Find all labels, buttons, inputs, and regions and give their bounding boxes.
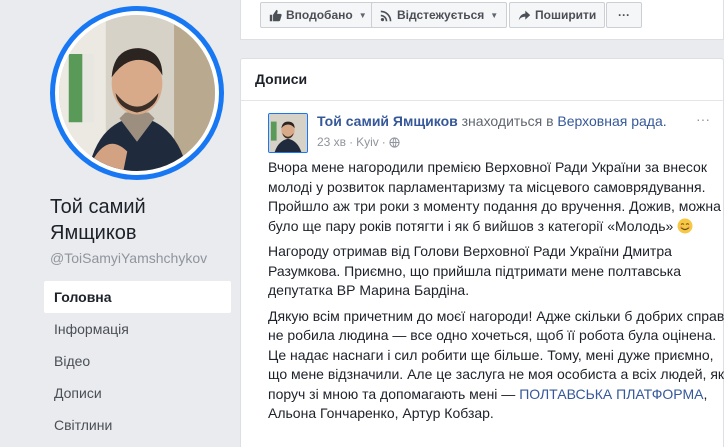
post-location-link[interactable]: Верховная рада. — [557, 113, 666, 129]
chevron-down-icon: ▼ — [490, 10, 499, 20]
nav-item-info[interactable]: Інформація — [44, 313, 231, 345]
share-arrow-icon — [518, 10, 531, 20]
nav-item-home[interactable]: Головна — [44, 281, 231, 313]
page-nav: Головна Інформація Відео Дописи Світлини — [44, 281, 231, 441]
meta-separator: · — [381, 135, 386, 149]
nav-item-photos[interactable]: Світлини — [44, 409, 231, 441]
posts-card: Дописи Той самий Ямщиков знаходиться в В… — [240, 58, 724, 447]
post-options-button[interactable]: ··· — [693, 111, 713, 129]
post-timestamp[interactable]: 23 хв — [317, 135, 346, 149]
nav-item-videos[interactable]: Відео — [44, 345, 231, 377]
share-button[interactable]: Поширити — [509, 2, 606, 28]
like-button[interactable]: Вподобано ▼ — [260, 2, 376, 28]
post-author-avatar[interactable] — [268, 113, 308, 153]
follow-button[interactable]: Відстежується ▼ — [371, 2, 508, 28]
more-options-button[interactable]: ··· — [606, 2, 642, 28]
divider — [241, 100, 723, 101]
post-paragraph: Вчора мене нагородили премією Верховної … — [268, 158, 724, 236]
more-dots-icon: ··· — [618, 8, 630, 22]
page-title[interactable]: Той самий Ямщиков — [50, 194, 230, 246]
posts-heading: Дописи — [255, 71, 308, 87]
profile-photo-image — [59, 15, 215, 171]
chevron-down-icon: ▼ — [358, 10, 367, 20]
post-paragraph: Дякую всім причетним до моєї нагороди! А… — [268, 307, 724, 424]
meta-separator: · — [349, 135, 354, 149]
page-handle[interactable]: @ToiSamyiYamshchykov — [50, 250, 207, 266]
share-button-label: Поширити — [535, 8, 597, 22]
profile-picture[interactable] — [50, 6, 224, 180]
like-button-label: Вподобано — [286, 8, 353, 22]
post-author-link[interactable]: Той самий Ямщиков — [317, 113, 458, 129]
thumbs-up-icon — [269, 9, 282, 21]
avatar-image — [269, 114, 307, 152]
post-paragraph: Нагороду отримав від Голови Верховної Ра… — [268, 243, 681, 298]
post-body: Вчора мене нагородили премією Верховної … — [268, 158, 724, 430]
nav-item-posts[interactable]: Дописи — [44, 377, 231, 409]
post-location-text: знаходиться в — [461, 113, 554, 129]
globe-icon[interactable] — [389, 136, 400, 148]
profile-photo — [55, 11, 219, 175]
post-city[interactable]: Kyiv — [356, 135, 379, 149]
post-header: Той самий Ямщиков знаходиться в Верховна… — [317, 113, 717, 129]
left-column: Той самий Ямщиков @ToiSamyiYamshchykov Г… — [0, 0, 238, 447]
post-meta: 23 хв · Kyiv · — [317, 135, 400, 149]
follow-button-label: Відстежується — [397, 8, 485, 22]
mention-link[interactable]: ПОЛТАВСЬКА ПЛАТФОРМА — [519, 386, 703, 402]
rss-icon — [380, 10, 392, 21]
page-action-bar: Вподобано ▼ Відстежується ▼ Поширити ··· — [240, 0, 724, 40]
post-text: Вчора мене нагородили премією Верховної … — [268, 159, 721, 234]
smile-emoji-icon — [677, 218, 693, 233]
